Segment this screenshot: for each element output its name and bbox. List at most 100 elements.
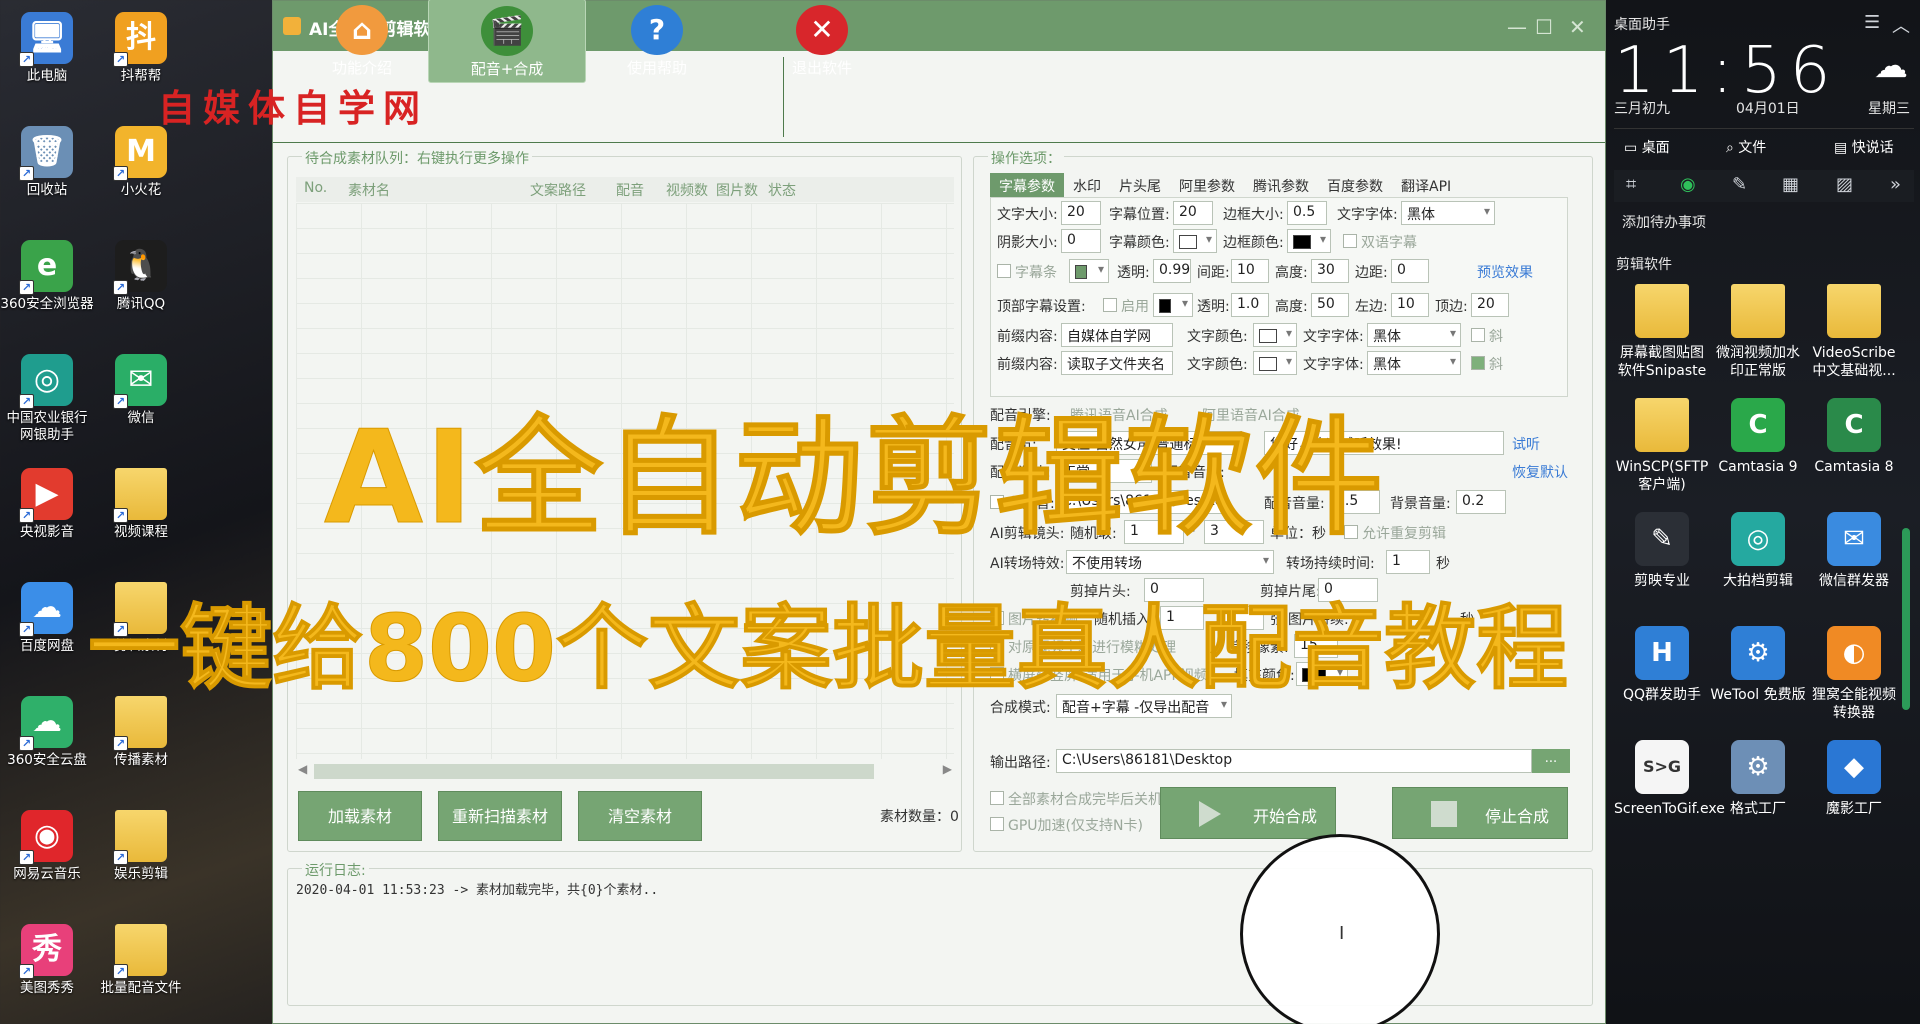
desktop-shortcut[interactable]: 🗑 ↗ 回收站	[0, 118, 94, 224]
border-color-select[interactable]	[1287, 229, 1331, 253]
assistant-app[interactable]: ✎ 剪映专业	[1614, 512, 1710, 590]
edit-icon[interactable]: ✎	[1732, 174, 1747, 195]
top-height-input[interactable]: 50	[1311, 293, 1349, 317]
tool-exit-button[interactable]: ✕ 退出软件	[743, 0, 901, 83]
desktop-shortcut[interactable]: ▶ ↗ 央视影音	[0, 460, 94, 566]
shutdown-checkbox[interactable]	[990, 791, 1004, 805]
add-todo[interactable]: 添加待办事项	[1622, 212, 1706, 232]
desktop-shortcut[interactable]: ↗ 视频课程	[94, 460, 188, 566]
assistant-app[interactable]: H QQ群发助手	[1614, 626, 1710, 704]
stop-compose-button[interactable]: 停止合成	[1392, 787, 1568, 839]
tool-intro-button[interactable]: ⌂ 功能介绍	[283, 0, 441, 83]
tool-dub-compose-button[interactable]: 🎬 配音+合成	[428, 0, 586, 83]
top-subtitle-enable-checkbox[interactable]	[1103, 298, 1117, 312]
assistant-app[interactable]: ◆ 魔影工厂	[1806, 740, 1902, 818]
quick-desktop[interactable]: ▭ 桌面	[1624, 137, 1670, 157]
col-script-path[interactable]: 文案路径	[530, 180, 586, 200]
tab-ali[interactable]: 阿里参数	[1170, 173, 1244, 199]
col-image-count[interactable]: 图片数	[716, 180, 758, 200]
subtitle-bar-checkbox[interactable]	[997, 264, 1011, 278]
col-dubbing[interactable]: 配音	[616, 180, 644, 200]
load-material-button[interactable]: 加载素材	[298, 791, 422, 841]
prefix2-input[interactable]: 读取子文件夹名	[1061, 351, 1173, 375]
desktop-shortcut[interactable]: 🐧 ↗ 腾讯QQ	[94, 232, 188, 338]
browse-button[interactable]: ...	[1532, 749, 1570, 773]
desktop-shortcut[interactable]: 秀 ↗ 美图秀秀	[0, 916, 94, 1022]
assistant-app[interactable]: ✉ 微信群发器	[1806, 512, 1902, 590]
alpha-input[interactable]: 0.99	[1153, 259, 1191, 283]
assistant-app[interactable]: C Camtasia 8	[1806, 398, 1902, 476]
tab-baidu[interactable]: 百度参数	[1318, 173, 1392, 199]
desktop-shortcut[interactable]: ◎ ↗ 中国农业银行网银助手	[0, 346, 94, 452]
prefix-italic-checkbox[interactable]	[1471, 328, 1485, 342]
tab-subtitle[interactable]: 字幕参数	[990, 173, 1064, 199]
subtitle-bar-color-select[interactable]	[1069, 259, 1109, 283]
subtitle-position-input[interactable]: 20	[1173, 201, 1213, 225]
prefix-font-select[interactable]: 黑体	[1367, 323, 1461, 347]
collapse-icon[interactable]: ︿	[1892, 12, 1910, 38]
scroll-right-icon[interactable]: ▶	[943, 762, 952, 776]
assistant-app[interactable]: VideoScribe中文基础视...	[1806, 284, 1902, 380]
desktop-shortcut[interactable]: ↗ 批量配音文件	[94, 916, 188, 1022]
tab-watermark[interactable]: 水印	[1064, 173, 1110, 199]
scrollbar-thumb[interactable]	[314, 764, 874, 779]
top-subtitle-color-select[interactable]	[1153, 293, 1193, 317]
start-compose-button[interactable]: 开始合成	[1160, 787, 1336, 839]
preview-link[interactable]: 预览效果	[1477, 262, 1533, 282]
bar-height-input[interactable]: 30	[1311, 259, 1349, 283]
assistant-app[interactable]: ⚙ WeTool 免费版	[1710, 626, 1806, 704]
desktop-shortcut[interactable]: ☁ ↗ 360安全云盘	[0, 688, 94, 794]
spacing-input[interactable]: 10	[1231, 259, 1269, 283]
calculator-icon[interactable]: ▦	[1782, 174, 1799, 195]
rescan-material-button[interactable]: 重新扫描素材	[438, 791, 562, 841]
font-size-input[interactable]: 20	[1061, 201, 1101, 225]
quick-speak[interactable]: ▤ 快说话	[1834, 137, 1894, 157]
subtitle-color-select[interactable]	[1173, 229, 1217, 253]
shadow-size-input[interactable]: 0	[1061, 229, 1101, 253]
desktop-shortcut[interactable]: ◉ ↗ 网易云音乐	[0, 802, 94, 908]
prefix2-color-select[interactable]	[1253, 351, 1297, 375]
assistant-app[interactable]: ◎ 大拍档剪辑	[1710, 512, 1806, 590]
prefix2-font-select[interactable]: 黑体	[1367, 351, 1461, 375]
more-icon[interactable]: »	[1890, 174, 1901, 195]
bg-volume-input[interactable]: 0.2	[1456, 490, 1506, 514]
clear-material-button[interactable]: 清空素材	[578, 791, 702, 841]
top-left-input[interactable]: 10	[1391, 293, 1429, 317]
eye-icon[interactable]: ◉	[1680, 174, 1696, 195]
image-icon[interactable]: ▨	[1836, 174, 1853, 195]
col-material-name[interactable]: 素材名	[348, 180, 390, 200]
assistant-app[interactable]: ◐ 狸窝全能视频转换器	[1806, 626, 1902, 722]
assistant-app[interactable]: 微润视频加水印正常版	[1710, 284, 1806, 380]
quick-file[interactable]: ⌕ 文件	[1726, 137, 1766, 157]
tab-tencent[interactable]: 腾讯参数	[1244, 173, 1318, 199]
prefix2-italic-checkbox[interactable]	[1471, 356, 1485, 370]
tab-translate-api[interactable]: 翻译API	[1392, 173, 1460, 199]
listen-link[interactable]: 试听	[1512, 434, 1540, 454]
crop-icon[interactable]: ⌗	[1626, 174, 1636, 195]
prefix-input[interactable]: 自媒体自学网	[1061, 323, 1173, 347]
output-path-input[interactable]: C:\Users\86181\Desktop	[1056, 749, 1532, 773]
log-line[interactable]: 2020-04-01 11:53:23 -> 素材加载完毕，共{0}个素材..	[296, 879, 658, 898]
top-alpha-input[interactable]: 1.0	[1231, 293, 1269, 317]
gpu-checkbox[interactable]	[990, 817, 1004, 831]
bilingual-checkbox[interactable]	[1343, 234, 1357, 248]
desktop-shortcut[interactable]: ↗ 娱乐剪辑	[94, 802, 188, 908]
top-top-input[interactable]: 20	[1471, 293, 1509, 317]
assistant-app[interactable]: ⚙ 格式工厂	[1710, 740, 1806, 818]
horizontal-scrollbar[interactable]: ◀ ▶	[296, 761, 954, 781]
tool-help-button[interactable]: ? 使用帮助	[578, 0, 736, 83]
menu-icon[interactable]: ☰	[1864, 12, 1880, 33]
col-status[interactable]: 状态	[768, 180, 796, 200]
tab-intro-outro[interactable]: 片头尾	[1110, 173, 1170, 199]
border-size-input[interactable]: 0.5	[1287, 201, 1327, 225]
assistant-scrollbar[interactable]	[1902, 528, 1910, 710]
font-family-select[interactable]: 黑体	[1401, 201, 1495, 225]
prefix-color-select[interactable]	[1253, 323, 1297, 347]
assistant-app[interactable]: 屏幕截图贴图软件Snipaste	[1614, 284, 1710, 380]
assistant-app[interactable]: WinSCP(SFTP客户端)	[1614, 398, 1710, 494]
margin-input[interactable]: 0	[1391, 259, 1429, 283]
col-video-count[interactable]: 视频数	[666, 180, 708, 200]
reset-default-link[interactable]: 恢复默认	[1512, 462, 1568, 482]
desktop-shortcut[interactable]: e ↗ 360安全浏览器	[0, 232, 94, 338]
desktop-shortcut[interactable]: M ↗ 小火花	[94, 118, 188, 224]
